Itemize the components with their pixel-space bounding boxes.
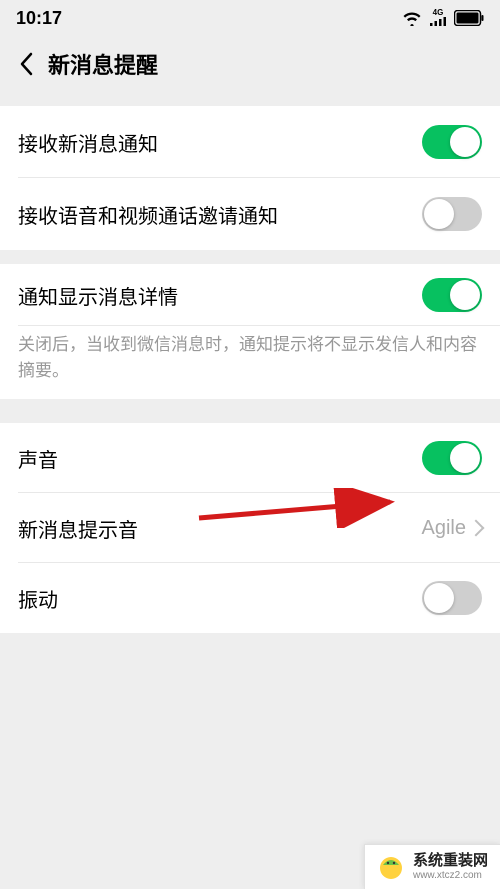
watermark-logo-icon — [377, 853, 405, 881]
switch-receive-voip[interactable] — [422, 197, 482, 231]
section-sound: 声音 新消息提示音 Agile 振动 — [0, 423, 500, 633]
wifi-icon — [402, 10, 422, 26]
switch-vibrate[interactable] — [422, 581, 482, 615]
row-vibrate[interactable]: 振动 — [0, 563, 500, 633]
row-label: 接收新消息通知 — [18, 128, 422, 157]
section-receive: 接收新消息通知 接收语音和视频通话邀请通知 — [0, 106, 500, 250]
row-label: 振动 — [18, 584, 422, 613]
watermark: 系统重装网 www.xtcz2.com — [364, 844, 500, 889]
watermark-text: 系统重装网 www.xtcz2.com — [413, 853, 488, 881]
signal-4g-icon: 4G — [430, 10, 446, 25]
row-sound-tone[interactable]: 新消息提示音 Agile — [0, 493, 500, 563]
status-icons: 4G — [402, 10, 484, 26]
separator — [0, 250, 500, 264]
back-button[interactable] — [12, 50, 40, 78]
chevron-right-icon — [468, 520, 485, 537]
nav-header: 新消息提醒 — [0, 36, 500, 92]
row-label: 通知显示消息详情 — [18, 281, 422, 310]
status-bar: 10:17 4G — [0, 0, 500, 36]
row-value: Agile — [422, 517, 466, 540]
page-title: 新消息提醒 — [48, 48, 158, 80]
battery-icon — [454, 10, 484, 26]
watermark-main: 系统重装网 — [413, 853, 488, 870]
row-label: 新消息提示音 — [18, 514, 422, 543]
row-label: 声音 — [18, 444, 422, 473]
row-show-detail[interactable]: 通知显示消息详情 — [0, 264, 500, 326]
detail-description: 关闭后，当收到微信消息时，通知提示将不显示发信人和内容摘要。 — [0, 326, 500, 399]
switch-receive-new-msg[interactable] — [422, 125, 482, 159]
switch-show-detail[interactable] — [422, 278, 482, 312]
row-label: 接收语音和视频通话邀请通知 — [18, 200, 422, 229]
row-sound[interactable]: 声音 — [0, 423, 500, 493]
watermark-sub: www.xtcz2.com — [413, 870, 488, 881]
chevron-left-icon — [19, 52, 33, 76]
separator — [0, 399, 500, 423]
section-detail: 通知显示消息详情 关闭后，当收到微信消息时，通知提示将不显示发信人和内容摘要。 — [0, 264, 500, 399]
status-time: 10:17 — [16, 8, 62, 29]
row-receive-new-msg[interactable]: 接收新消息通知 — [0, 106, 500, 178]
separator — [0, 92, 500, 106]
switch-sound[interactable] — [422, 441, 482, 475]
row-receive-voip[interactable]: 接收语音和视频通话邀请通知 — [0, 178, 500, 250]
